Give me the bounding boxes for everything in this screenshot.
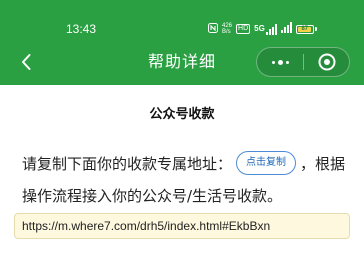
more-dot-center [277,59,283,65]
miniapp-capsule [256,47,350,77]
more-dot-right [285,60,289,64]
battery-icon: 87 [295,24,317,34]
close-button[interactable] [304,48,349,76]
status-icons: 426 B/s HD 5G 87 [208,22,317,36]
data-speed-indicator: 426 B/s [222,23,232,35]
app-header: 13:43 426 B/s HD 5G 87 帮助详细 [0,0,364,85]
nfc-icon [208,22,218,36]
network-type-label: 5G [254,24,265,33]
data-speed-unit: B/s [222,29,231,35]
instruction-text: 请复制下面你的收款专属地址： 点击复制 ，根据操作流程接入你的公众号/生活号收款。 [22,148,352,212]
section-title: 公众号收款 [149,107,215,122]
more-dots-icon [271,60,275,64]
signal-bars-secondary-icon [280,22,292,36]
more-button[interactable] [257,48,303,76]
network-5g-signal: 5G [254,23,277,35]
target-close-icon [318,53,335,71]
hd-badge: HD [236,24,251,34]
status-bar: 13:43 426 B/s HD 5G 87 [0,0,364,40]
instruction-before: 请复制下面你的收款专属地址： [22,155,233,173]
battery-level: 87 [301,25,309,32]
copy-button[interactable]: 点击复制 [236,150,297,175]
address-url-field[interactable]: https://m.where7.com/drh5/index.html#Ekb… [14,213,350,239]
signal-bars-icon [265,24,277,35]
status-time: 13:43 [66,22,97,36]
